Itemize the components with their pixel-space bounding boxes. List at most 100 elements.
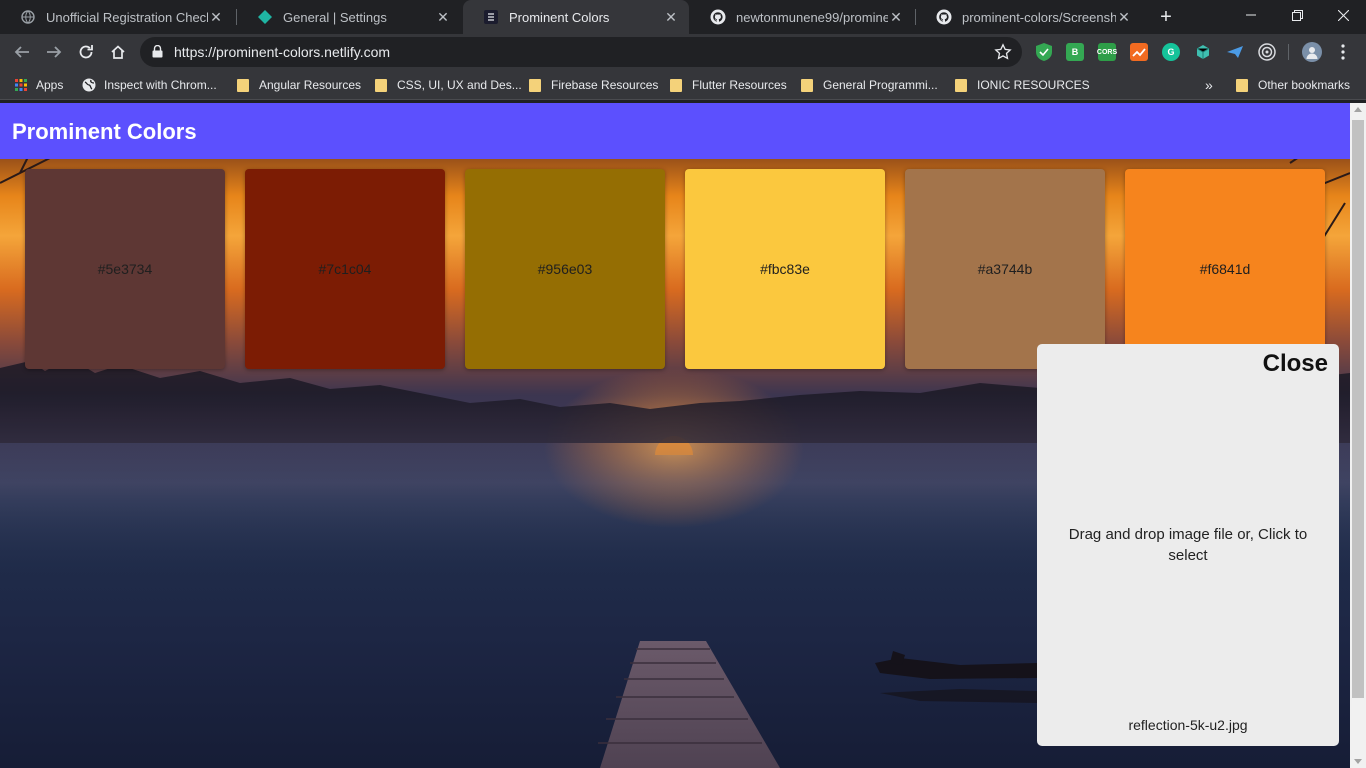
home-button[interactable]: [104, 38, 132, 66]
reload-icon: [79, 45, 93, 59]
folder-icon: [955, 78, 967, 92]
toolbar-separator: [1288, 44, 1289, 60]
selected-file-name: reflection-5k-u2.jpg: [1128, 717, 1248, 733]
page-title: Prominent Colors: [12, 119, 197, 144]
tab-github-screenshot[interactable]: prominent-colors/Screenshot.p ✕: [916, 0, 1142, 34]
grammarly-extension-icon[interactable]: G: [1162, 43, 1180, 61]
scrollbar-thumb[interactable]: [1352, 120, 1364, 698]
tab-title: prominent-colors/Screenshot.p: [962, 9, 1116, 25]
color-hex-label: #fbc83e: [760, 261, 810, 277]
bookmark-general-programming[interactable]: General Programmi...: [801, 76, 938, 94]
color-swatch[interactable]: #956e03: [465, 169, 665, 369]
scroll-up-arrow-icon[interactable]: [1354, 107, 1362, 112]
bookmark-inspect-chrome[interactable]: Inspect with Chrom...: [82, 76, 217, 94]
bookmark-ionic-resources[interactable]: IONIC RESOURCES: [955, 76, 1090, 94]
bookmark-label: General Programmi...: [823, 78, 938, 92]
shield-extension-icon[interactable]: [1035, 43, 1053, 61]
bookmark-flutter-resources[interactable]: Flutter Resources: [670, 76, 787, 94]
color-swatch[interactable]: #a3744b: [905, 169, 1105, 369]
color-swatch[interactable]: #f6841d: [1125, 169, 1325, 369]
menu-kebab-icon[interactable]: [1334, 43, 1352, 61]
b-extension-icon[interactable]: B: [1066, 43, 1084, 61]
folder-icon: [375, 78, 387, 92]
bookmark-label: Other bookmarks: [1258, 78, 1351, 92]
back-arrow-icon: [14, 46, 29, 58]
color-swatch[interactable]: #5e3734: [25, 169, 225, 369]
color-swatch[interactable]: #7c1c04: [245, 169, 445, 369]
app-header: Prominent Colors: [0, 103, 1350, 159]
tab-general-settings[interactable]: General | Settings ✕: [237, 0, 461, 34]
cors-extension-icon[interactable]: CORS: [1097, 43, 1117, 61]
tab-github-repo[interactable]: newtonmunene99/prominent- ✕: [690, 0, 914, 34]
minimize-button[interactable]: [1228, 0, 1274, 30]
lock-icon: [152, 44, 163, 63]
folder-icon: [670, 78, 682, 92]
globe-icon: [82, 78, 96, 92]
page-icon: [483, 9, 499, 25]
new-tab-button[interactable]: +: [1154, 5, 1178, 29]
cube-extension-icon[interactable]: [1194, 43, 1212, 61]
tab-title: Prominent Colors: [509, 9, 610, 25]
reload-button[interactable]: [72, 38, 100, 66]
color-hex-label: #f6841d: [1199, 261, 1251, 277]
close-icon[interactable]: ✕: [663, 9, 679, 25]
bookmark-label: IONIC RESOURCES: [977, 78, 1090, 92]
bookmark-label: Inspect with Chrom...: [104, 78, 217, 92]
address-bar[interactable]: https://prominent-colors.netlify.com: [140, 37, 1022, 67]
bird-extension-icon[interactable]: [1226, 43, 1244, 61]
color-swatch[interactable]: #fbc83e: [685, 169, 885, 369]
github-icon: [710, 9, 726, 25]
bookmark-star-icon[interactable]: [994, 43, 1012, 66]
color-hex-label: #5e3734: [97, 261, 153, 277]
bookmark-label: Angular Resources: [259, 78, 362, 92]
target-extension-icon[interactable]: [1258, 43, 1276, 61]
upload-panel: Close Drag and drop image file or, Click…: [1037, 344, 1339, 746]
bookmark-label: Apps: [36, 78, 64, 92]
apps-grid-icon: [14, 78, 28, 92]
tab-title: Unofficial Registration Checkou: [46, 9, 208, 25]
bookmark-label: CSS, UI, UX and Des...: [397, 78, 522, 92]
profile-avatar[interactable]: [1302, 42, 1322, 62]
color-hex-label: #956e03: [537, 261, 593, 277]
folder-icon: [529, 78, 541, 92]
close-icon[interactable]: ✕: [208, 9, 224, 25]
tab-title: newtonmunene99/prominent-: [736, 9, 888, 25]
bookmark-label: Flutter Resources: [692, 78, 787, 92]
diamond-icon: [257, 9, 273, 25]
tab-prominent-colors[interactable]: Prominent Colors ✕: [463, 0, 689, 34]
dropzone-text[interactable]: Drag and drop image file or, Click to se…: [1037, 524, 1339, 566]
forward-arrow-icon: [47, 46, 62, 58]
color-hex-label: #7c1c04: [318, 261, 372, 277]
bookmarks-bar: Apps Inspect with Chrom... Angular Resou…: [0, 70, 1366, 100]
bookmark-firebase-resources[interactable]: Firebase Resources: [529, 76, 658, 94]
forward-button[interactable]: [40, 38, 68, 66]
tab-strip: Unofficial Registration Checkou ✕ Genera…: [0, 0, 1366, 34]
browser-toolbar: https://prominent-colors.netlify.com B C…: [0, 34, 1366, 70]
bookmark-css-ui-ux[interactable]: CSS, UI, UX and Des...: [375, 76, 522, 94]
page-scrollbar[interactable]: [1350, 103, 1366, 768]
tab-title: General | Settings: [283, 9, 387, 25]
close-button[interactable]: Close: [1263, 350, 1328, 378]
page-viewport: Prominent Colors #5e3734 #7c1c04 #956e03…: [0, 103, 1366, 768]
home-icon: [111, 45, 125, 59]
folder-icon: [1236, 78, 1248, 92]
close-icon[interactable]: ✕: [435, 9, 451, 25]
close-icon[interactable]: ✕: [888, 9, 904, 25]
tab-unofficial-registration[interactable]: Unofficial Registration Checkou ✕: [0, 0, 234, 34]
bookmark-other-bookmarks[interactable]: Other bookmarks: [1236, 76, 1350, 94]
close-icon[interactable]: ✕: [1116, 9, 1132, 25]
color-hex-label: #a3744b: [977, 261, 1033, 277]
bookmark-apps[interactable]: Apps: [14, 76, 63, 94]
close-window-button[interactable]: [1320, 0, 1366, 30]
bookmark-angular-resources[interactable]: Angular Resources: [237, 76, 361, 94]
bookmarks-overflow-button[interactable]: »: [1205, 76, 1213, 94]
scroll-down-arrow-icon[interactable]: [1354, 759, 1362, 764]
globe-icon: [20, 9, 36, 25]
bookmark-label: Firebase Resources: [551, 78, 659, 92]
restore-button[interactable]: [1274, 0, 1320, 30]
github-icon: [936, 9, 952, 25]
folder-icon: [801, 78, 813, 92]
chart-extension-icon[interactable]: [1130, 43, 1148, 61]
folder-icon: [237, 78, 249, 92]
back-button[interactable]: [8, 38, 36, 66]
